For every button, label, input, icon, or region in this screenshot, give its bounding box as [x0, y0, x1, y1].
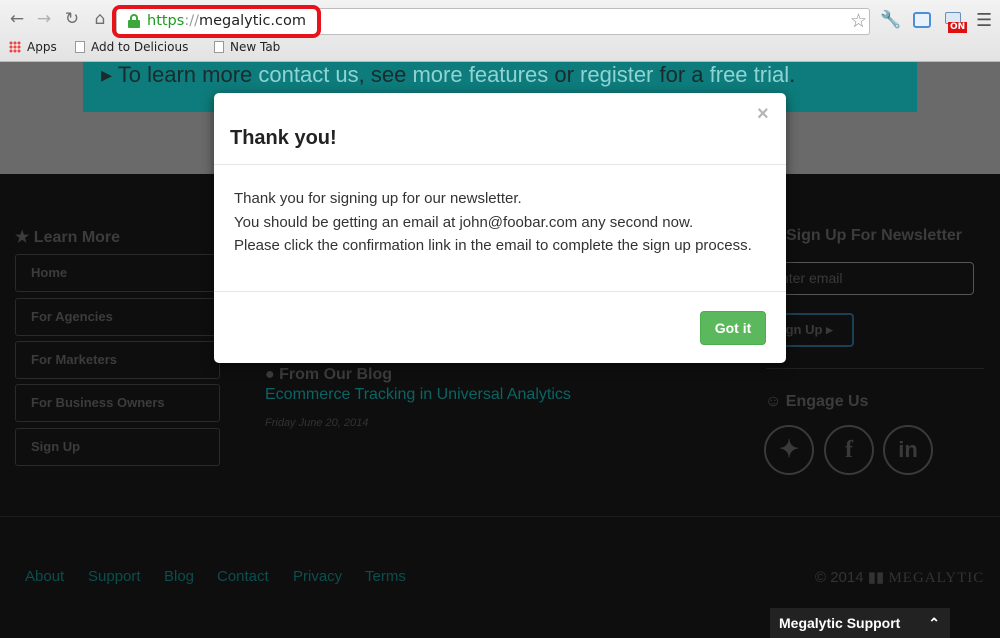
divider	[766, 368, 984, 369]
free-trial-link[interactable]: free trial	[710, 62, 789, 87]
modal-footer: Got it	[214, 291, 786, 363]
bookmark-new-tab[interactable]: New Tab	[214, 40, 280, 54]
sidebar-item-marketers[interactable]: For Marketers	[15, 341, 220, 379]
blog-heading: ● From Our Blog	[265, 366, 393, 383]
extension-on-icon[interactable]: ON	[943, 12, 968, 34]
bookmarks-bar: Apps Add to Delicious New Tab	[0, 38, 1000, 58]
caret-right-icon: ▸	[826, 322, 833, 337]
modal-header: Thank you! ×	[214, 93, 786, 165]
facebook-icon[interactable]: f	[824, 425, 874, 475]
brand-name: MEGALYTIC	[888, 570, 985, 586]
footer-link-blog[interactable]: Blog	[164, 568, 194, 585]
comment-icon: ●	[265, 366, 275, 383]
forward-arrow-icon[interactable]: →	[33, 8, 55, 30]
megalytic-logo-icon: ▮▮	[867, 569, 885, 586]
modal-line-2: You should be getting an email at john@f…	[234, 213, 694, 231]
footer-link-about[interactable]: About	[25, 568, 64, 585]
footer-link-support[interactable]: Support	[88, 568, 141, 585]
page-icon	[75, 41, 85, 53]
footer-link-privacy[interactable]: Privacy	[293, 568, 342, 585]
page-icon	[214, 41, 224, 53]
reload-icon[interactable]: ↻	[61, 8, 83, 30]
extension-badge: ON	[948, 22, 968, 33]
home-icon[interactable]: ⌂	[89, 8, 111, 30]
support-chat-tab[interactable]: Megalytic Support ⌃	[770, 608, 950, 638]
blog-post-date: Friday June 20, 2014	[265, 417, 369, 429]
chevron-up-icon: ⌃	[928, 615, 940, 631]
modal-line-1: Thank you for signing up for our newslet…	[234, 190, 522, 207]
extension-icon[interactable]	[913, 12, 931, 28]
url-highlight-annotation	[112, 5, 321, 38]
footer-link-terms[interactable]: Terms	[365, 568, 406, 585]
twitter-icon[interactable]: ✦	[764, 425, 814, 475]
back-arrow-icon[interactable]: ←	[6, 8, 28, 30]
close-icon[interactable]: ×	[757, 103, 769, 126]
modal-title: Thank you!	[230, 127, 337, 149]
linkedin-icon[interactable]: in	[883, 425, 933, 475]
bookmark-add-to-delicious[interactable]: Add to Delicious	[75, 40, 188, 54]
sidebar-item-sign-up[interactable]: Sign Up	[15, 428, 220, 466]
star-icon: ★	[15, 229, 30, 246]
thank-you-modal: Thank you! × Thank you for signing up fo…	[214, 93, 786, 363]
sidebar-item-home[interactable]: Home	[15, 254, 220, 292]
caret-right-icon: ▸	[101, 62, 113, 87]
learn-more-heading: ★ Learn More	[15, 229, 121, 246]
wrench-icon[interactable]: 🔧	[880, 10, 901, 32]
browser-toolbar: ← → ↻ ⌂ https://megalytic.com ☆ 🔧 ON ☰ A…	[0, 0, 1000, 62]
features-link[interactable]: more features	[412, 62, 548, 87]
footer-link-contact[interactable]: Contact	[217, 568, 269, 585]
menu-icon[interactable]: ☰	[976, 10, 992, 32]
star-icon[interactable]: ☆	[850, 10, 867, 32]
modal-line-3: Please click the confirmation link in th…	[234, 237, 752, 254]
copyright: © 2014 ▮▮ MEGALYTIC	[815, 569, 985, 586]
bookmark-apps[interactable]: Apps	[9, 40, 57, 54]
newsletter-email-input[interactable]: nter email	[770, 262, 974, 295]
got-it-button[interactable]: Got it	[700, 311, 766, 345]
modal-body: Thank you for signing up for our newslet…	[234, 187, 752, 258]
engage-heading: ☺ Engage Us	[765, 393, 869, 410]
contact-link[interactable]: contact us	[258, 62, 358, 87]
apps-grid-icon	[9, 41, 21, 53]
sidebar-item-agencies[interactable]: For Agencies	[15, 298, 220, 336]
register-link[interactable]: register	[580, 62, 653, 87]
footer-divider	[0, 516, 1000, 517]
newsletter-heading: Sign Up For Newsletter	[786, 227, 963, 244]
sidebar-item-business-owners[interactable]: For Business Owners	[15, 384, 220, 422]
smile-icon: ☺	[765, 393, 782, 410]
blog-post-link[interactable]: Ecommerce Tracking in Universal Analytic…	[265, 386, 571, 404]
